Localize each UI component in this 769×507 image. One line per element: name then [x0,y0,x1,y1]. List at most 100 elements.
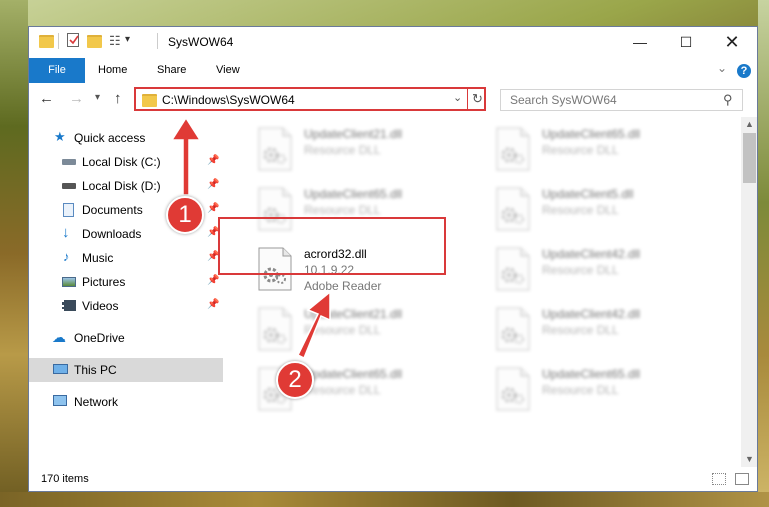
navigation-pane: ★ Quick access Local Disk (C:) 📌 Local D… [29,117,223,467]
computer-icon [53,364,68,374]
pictures-icon [62,277,76,287]
file-name: UpdateClient21.dll [304,307,403,321]
tab-home[interactable]: Home [98,58,127,83]
nav-label: Local Disk (D:) [82,179,161,193]
vertical-scrollbar[interactable]: ▲ ▼ [741,117,757,467]
music-icon: ♪ [63,249,70,264]
nav-quick-access[interactable]: ★ Quick access [29,126,223,150]
nav-label: Downloads [82,227,142,241]
maximize-button[interactable]: ☐ [663,27,709,58]
file-name: UpdateClient65.dll [542,367,641,381]
address-path[interactable]: C:\Windows\SysWOW64 [162,93,295,107]
folder-icon [142,94,157,107]
view-options-icon[interactable]: ☷ [109,33,121,49]
item-count: 170 items [41,473,89,485]
search-placeholder: Search SysWOW64 [510,93,617,107]
properties-icon[interactable] [67,33,79,47]
file-description: Resource DLL [542,383,619,397]
file-description: Resource DLL [542,143,619,157]
nav-item-pictures[interactable]: Pictures 📌 [29,270,223,294]
nav-item-local-disk-d[interactable]: Local Disk (D:) 📌 [29,174,223,198]
pin-icon[interactable]: 📌 [207,275,219,286]
pin-icon[interactable]: 📌 [207,299,219,310]
up-arrow-icon[interactable]: ↑ [114,90,122,107]
nav-item-music[interactable]: ♪ Music 📌 [29,246,223,270]
file-item[interactable]: UpdateClient5.dll Resource DLL [489,183,709,237]
file-name: UpdateClient42.dll [542,307,641,321]
quick-access-toolbar-dropdown-icon[interactable]: ▾ [125,34,130,45]
tab-file[interactable]: File [29,58,85,83]
file-item[interactable]: UpdateClient65.dll Resource DLL [489,363,709,417]
new-folder-icon[interactable] [87,35,102,48]
file-item[interactable]: UpdateClient65.dll Resource DLL [489,123,709,177]
address-row: ← → ▾ ↑ C:\Windows\SysWOW64 ⌄ ↻ Search S… [29,83,757,117]
star-icon: ★ [54,129,66,144]
nav-label: Network [74,395,119,409]
minimize-button[interactable]: — [617,27,663,58]
status-bar: 170 items [29,467,757,491]
refresh-icon[interactable]: ↻ [472,91,483,107]
dll-file-icon [495,127,531,171]
forward-arrow-icon[interactable]: → [69,90,84,107]
tab-share[interactable]: Share [157,58,186,83]
help-icon[interactable]: ? [737,64,751,78]
file-description: Resource DLL [542,263,619,277]
back-arrow-icon[interactable]: ← [39,90,54,107]
desktop-background-bottom [0,492,769,507]
dll-file-icon [495,247,531,291]
file-name: UpdateClient65.dll [542,127,641,141]
dll-file-icon [257,127,293,171]
highlight-box-acrord32 [218,217,446,275]
recent-locations-dropdown-icon[interactable]: ▾ [95,92,100,103]
scroll-down-icon[interactable]: ▼ [745,454,754,464]
nav-item-local-disk-c[interactable]: Local Disk (C:) 📌 [29,150,223,174]
pin-icon[interactable]: 📌 [207,155,219,166]
network-icon [53,395,67,406]
address-bar[interactable]: C:\Windows\SysWOW64 ⌄ ↻ [134,87,486,111]
dll-file-icon [495,307,531,351]
step-badge-2: 2 [276,361,314,399]
close-button[interactable]: ✕ [709,27,755,58]
scrollbar-thumb[interactable] [743,133,756,183]
file-description: Resource DLL [304,323,381,337]
file-item[interactable]: UpdateClient21.dll Resource DLL [251,303,471,357]
file-company: Adobe Reader [304,279,382,293]
nav-label: Music [82,251,114,265]
title-bar: ☷ ▾ SysWOW64 — ☐ ✕ [29,27,757,58]
file-description: Resource DLL [304,203,381,217]
nav-item-videos[interactable]: Videos 📌 [29,294,223,318]
folder-icon [39,35,54,48]
dll-file-icon [495,187,531,231]
window-title: SysWOW64 [168,35,234,49]
pin-icon[interactable]: 📌 [207,179,219,190]
search-input[interactable]: Search SysWOW64 ⚲ [500,89,743,111]
desktop-background-right [758,0,769,507]
dll-file-icon [257,307,293,351]
file-description: Resource DLL [542,203,619,217]
search-icon[interactable]: ⚲ [723,92,733,108]
divider [467,89,468,109]
pin-icon[interactable]: 📌 [207,203,219,214]
chevron-down-icon[interactable]: ⌄ [453,91,462,104]
scroll-up-icon[interactable]: ▲ [745,119,754,129]
chevron-down-icon[interactable]: ⌄ [717,61,727,75]
tab-view[interactable]: View [216,58,240,83]
large-icons-view-icon[interactable] [735,473,749,485]
nav-label: OneDrive [74,331,125,345]
videos-icon [62,300,76,311]
file-item[interactable]: UpdateClient42.dll Resource DLL [489,243,709,297]
nav-network[interactable]: Network [29,390,223,414]
cloud-icon: ☁ [52,329,66,345]
file-description: Resource DLL [304,143,381,157]
nav-label: Quick access [74,131,146,145]
divider [157,33,158,49]
nav-this-pc[interactable]: This PC [29,358,223,382]
file-description: Resource DLL [304,383,381,397]
file-item[interactable]: UpdateClient42.dll Resource DLL [489,303,709,357]
nav-onedrive[interactable]: ☁ OneDrive [29,326,223,350]
details-view-icon[interactable] [712,473,726,485]
nav-label: This PC [74,363,117,377]
file-item[interactable]: UpdateClient21.dll Resource DLL [251,123,471,177]
file-name: UpdateClient65.dll [304,367,403,381]
dll-file-icon [495,367,531,411]
